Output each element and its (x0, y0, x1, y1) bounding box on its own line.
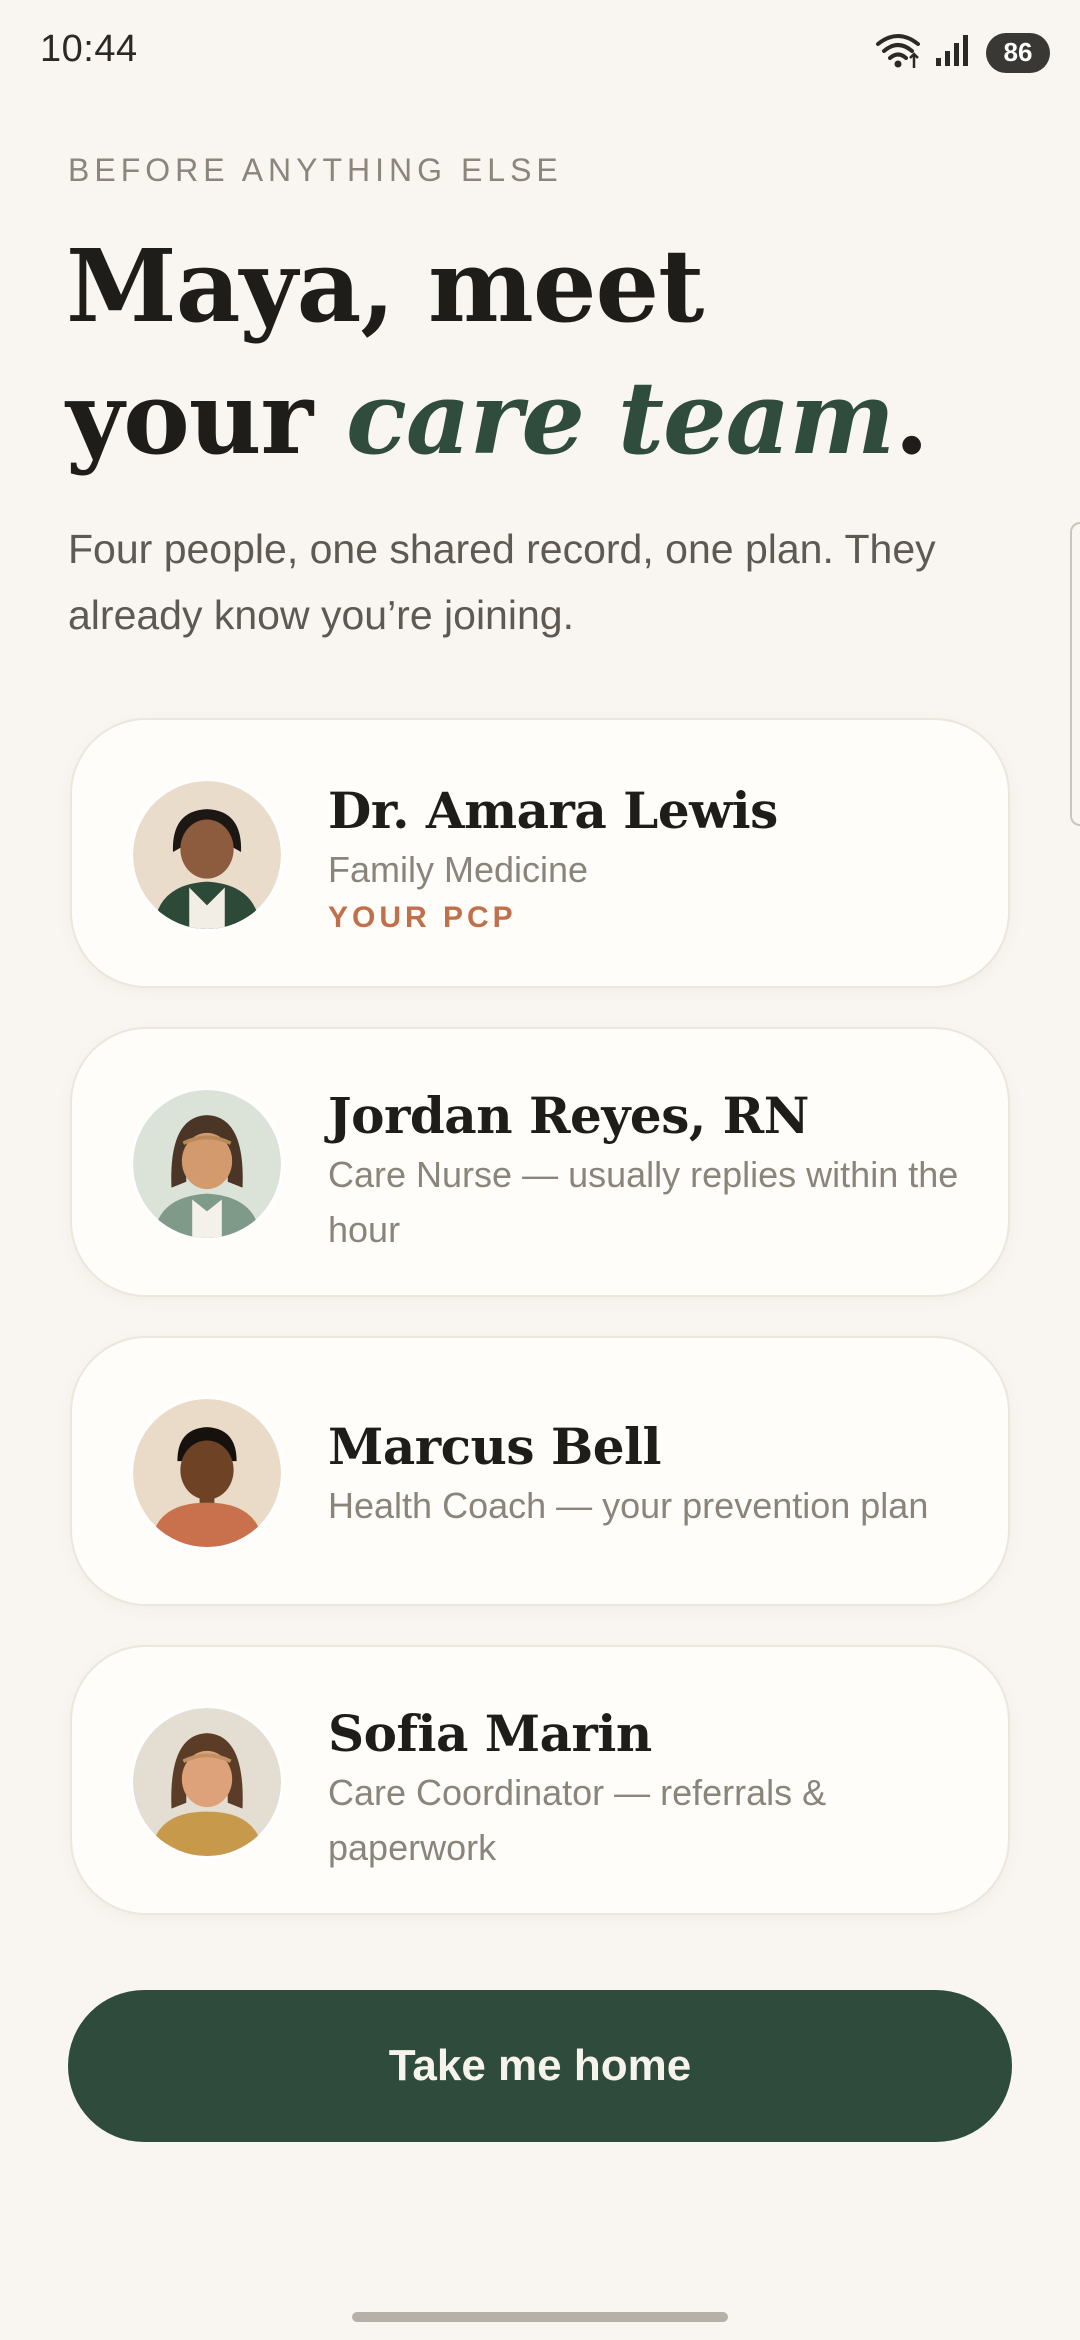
care-team-card-coach[interactable]: Marcus Bell Health Coach — your preventi… (70, 1336, 1010, 1606)
status-icons: 86 (874, 30, 1050, 75)
status-bar: 10:44 86 (0, 0, 1080, 100)
member-name: Marcus Bell (328, 1417, 662, 1476)
member-name: Dr. Amara Lewis (328, 781, 778, 840)
avatar (130, 1705, 284, 1859)
member-info: Sofia Marin Care Coordinator — referrals… (328, 1703, 968, 1875)
headline-line-1: Maya, meet (66, 227, 704, 345)
care-team-card-coordinator[interactable]: Sofia Marin Care Coordinator — referrals… (70, 1645, 1010, 1915)
edge-panel-handle[interactable] (1070, 522, 1080, 826)
onboarding-care-team-screen: 10:44 86 BEFORE ANYTHING ELSE Maya, meet… (0, 0, 1080, 2340)
member-role: Family Medicine (328, 849, 589, 890)
member-info: Marcus Bell Health Coach — your preventi… (328, 1416, 968, 1533)
status-time: 10:44 (40, 28, 138, 70)
take-me-home-button[interactable]: Take me home (68, 1990, 1012, 2142)
avatar (130, 778, 284, 932)
home-indicator[interactable] (352, 2312, 728, 2322)
avatar (130, 1087, 284, 1241)
battery-icon: 86 (986, 32, 1050, 73)
member-info: Dr. Amara Lewis Family Medicine YOUR PCP (328, 780, 968, 935)
member-role: Care Coordinator — referrals & paperwork (328, 1772, 827, 1868)
member-name: Sofia Marin (328, 1704, 652, 1763)
signal-icon (934, 32, 974, 73)
member-role: Care Nurse — usually replies within the … (328, 1154, 959, 1250)
pcp-badge: YOUR PCP (328, 901, 517, 934)
member-info: Jordan Reyes, RN Care Nurse — usually re… (328, 1085, 968, 1257)
headline-line-2-suffix: . (894, 359, 929, 477)
page-title: Maya, meet your care team. (66, 220, 1026, 484)
member-role: Health Coach — your prevention plan (328, 1485, 929, 1526)
care-team-card-pcp[interactable]: Dr. Amara Lewis Family Medicine YOUR PCP (70, 718, 1010, 988)
member-name: Jordan Reyes, RN (328, 1086, 809, 1145)
page-subtitle: Four people, one shared record, one plan… (68, 526, 936, 638)
headline-line-2-prefix: your (66, 359, 347, 477)
wifi-icon (874, 30, 922, 75)
avatar (130, 1396, 284, 1550)
care-team-card-nurse[interactable]: Jordan Reyes, RN Care Nurse — usually re… (70, 1027, 1010, 1297)
headline-accent: care team (346, 359, 895, 477)
eyebrow-label: BEFORE ANYTHING ELSE (68, 152, 563, 188)
